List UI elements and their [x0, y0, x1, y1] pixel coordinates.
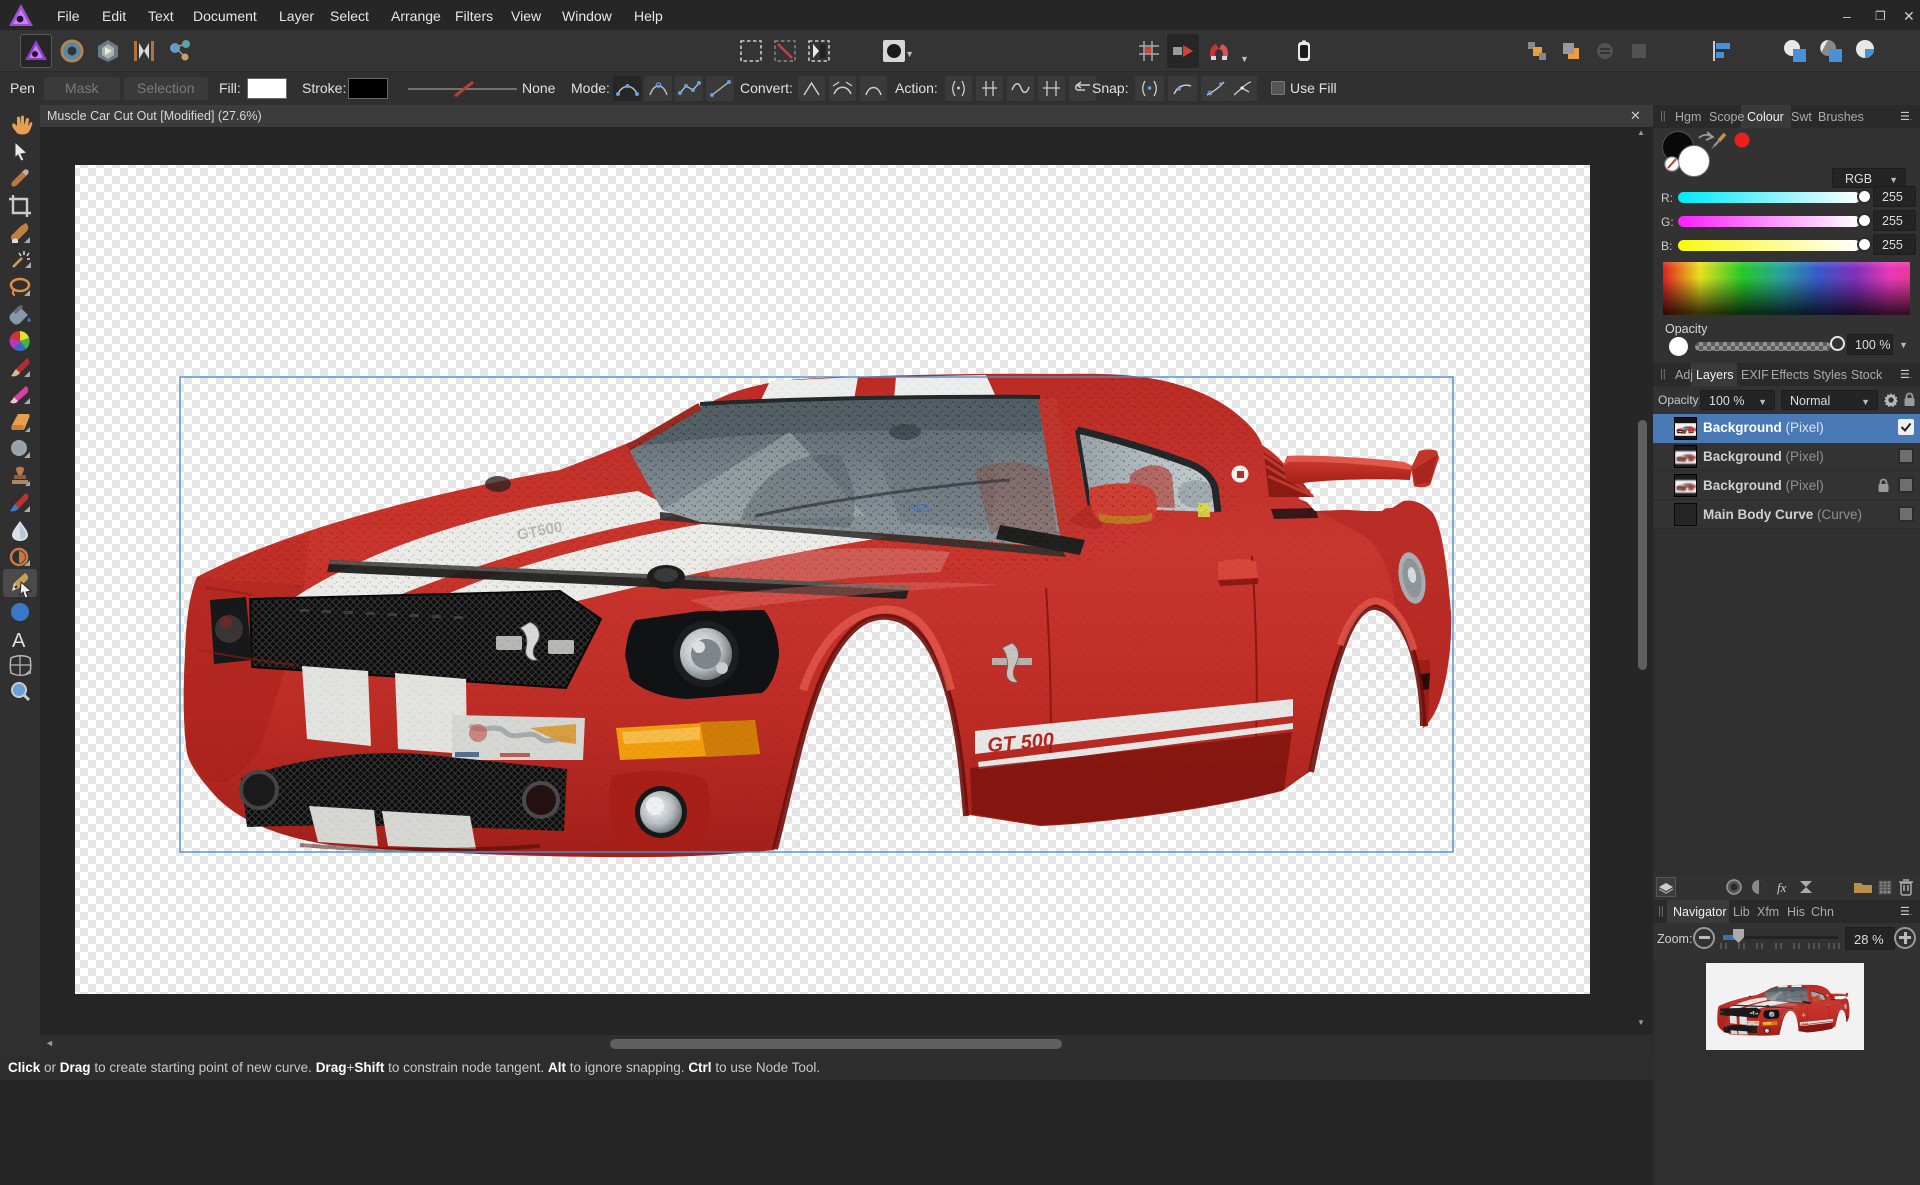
- svg-text:A: A: [12, 630, 26, 652]
- svg-text:fx: fx: [1777, 880, 1787, 895]
